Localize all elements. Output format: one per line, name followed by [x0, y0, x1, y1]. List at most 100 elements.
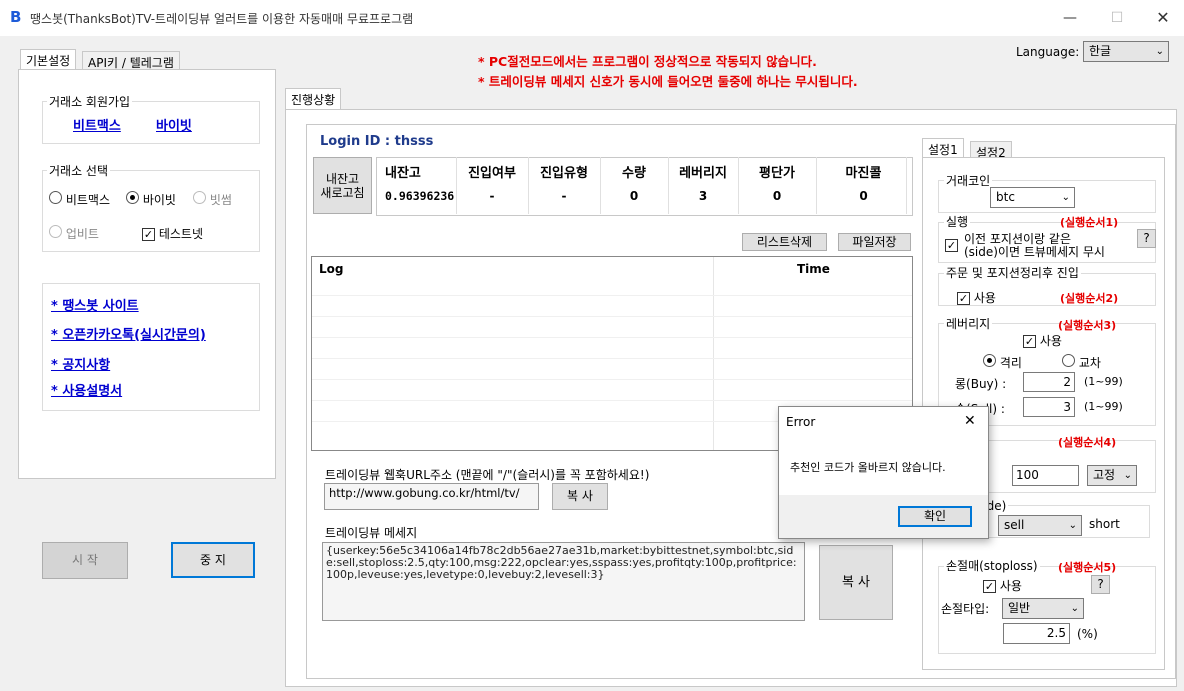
- tab-basic-settings[interactable]: 기본설정: [20, 49, 77, 70]
- radio-selected-icon: [126, 191, 139, 204]
- bybit-signup-link[interactable]: 바이빗: [156, 115, 192, 134]
- long-leverage-input[interactable]: 2: [1023, 372, 1075, 392]
- radio-bitmex[interactable]: 비트맥스: [49, 191, 110, 208]
- entry-type-value: 고정: [1093, 468, 1116, 482]
- chevron-down-icon: ⌄: [1123, 470, 1132, 481]
- radio-cross[interactable]: 교차: [1062, 354, 1101, 371]
- language-select[interactable]: 한글 ⌄: [1083, 41, 1169, 62]
- log-row-line: [312, 358, 912, 359]
- grid-value: 0: [859, 189, 868, 203]
- radio-bybit-label: 바이빗: [142, 193, 176, 207]
- coin-select[interactable]: btc ⌄: [990, 187, 1075, 208]
- chevron-down-icon: ⌄: [1068, 520, 1077, 531]
- login-id: Login ID : thsss: [320, 134, 434, 149]
- stop-button[interactable]: 중 지: [171, 542, 255, 578]
- grid-divider: [738, 157, 739, 214]
- leverage-use-checkbox[interactable]: ✓ 사용: [1023, 332, 1062, 349]
- grid-value: -: [561, 189, 567, 203]
- grid-header: 평단가: [759, 166, 795, 181]
- bitmex-signup-link[interactable]: 비트맥스: [73, 115, 121, 134]
- stoploss-value-input[interactable]: 2.5: [1003, 623, 1070, 644]
- side-value: sell: [1004, 518, 1025, 532]
- tab-settings2[interactable]: 설정2: [970, 141, 1012, 160]
- checkmark-icon: ✓: [1023, 335, 1036, 348]
- grid-value: 0: [772, 189, 782, 203]
- entry-order-label: (실행순서4): [1058, 436, 1117, 449]
- status-grid-cells: 내잔고 진입여부 진입유형 수량 레버리지 평단가 마진콜 0.96396236…: [376, 157, 913, 216]
- webhook-url-field[interactable]: http://www.gobung.co.kr/html/tv/: [324, 483, 539, 510]
- post-entry-use-checkbox[interactable]: ✓ 사용: [957, 289, 996, 306]
- stoploss-unit: (%): [1077, 627, 1098, 641]
- radio-bybit[interactable]: 바이빗: [126, 191, 176, 208]
- dialog-message: 추천인 코드가 올바르지 않습니다.: [790, 461, 946, 474]
- radio-icon: [193, 191, 206, 204]
- testnet-checkbox[interactable]: ✓ 테스트넷: [142, 225, 203, 242]
- stoploss-use-checkbox[interactable]: ✓ 사용: [983, 577, 1022, 594]
- stoploss-order-label: (실행순서5): [1058, 561, 1117, 574]
- coin-label: 거래코인: [944, 172, 993, 189]
- entry-type-select[interactable]: 고정 ⌄: [1087, 465, 1137, 486]
- refresh-line2: 새로고침: [320, 186, 365, 200]
- close-icon[interactable]: ✕: [1153, 8, 1173, 28]
- radio-icon: [49, 191, 62, 204]
- start-button[interactable]: 시 작: [42, 542, 128, 579]
- refresh-balance-button[interactable]: 내잔고 새로고침: [313, 157, 372, 214]
- radio-isolated[interactable]: 격리: [983, 354, 1022, 371]
- message-label: 트레이딩뷰 메세지: [325, 526, 418, 540]
- maximize-icon[interactable]: ☐: [1107, 8, 1127, 28]
- radio-upbit-label: 업비트: [65, 227, 99, 241]
- stoploss-type-label: 손절타입:: [941, 602, 990, 616]
- radio-upbit[interactable]: 업비트: [49, 225, 99, 242]
- post-entry-label: 주문 및 포지션정리후 진입: [944, 264, 1081, 281]
- window-title: 땡스봇(ThanksBot)TV-트레이딩뷰 얼러트를 이용한 자동매매 무료프…: [30, 12, 414, 26]
- coin-value: btc: [996, 190, 1015, 204]
- ignore-same-side-checkbox[interactable]: ✓: [945, 238, 958, 252]
- chevron-down-icon: ⌄: [1070, 603, 1079, 614]
- side-text: short: [1089, 517, 1120, 531]
- execution-help-button[interactable]: ?: [1137, 229, 1156, 248]
- short-leverage-input[interactable]: 3: [1023, 397, 1075, 417]
- grid-header: 수량: [622, 166, 646, 181]
- app-logo-icon: B: [10, 8, 22, 26]
- grid-divider: [600, 157, 601, 214]
- radio-bithumb[interactable]: 빗썸: [193, 191, 232, 208]
- manual-link[interactable]: * 사용설명서: [51, 380, 122, 399]
- copy-message-button[interactable]: 복 사: [819, 545, 893, 620]
- copy-url-button[interactable]: 복 사: [552, 483, 608, 510]
- entry-qty-input[interactable]: 100: [1012, 465, 1079, 486]
- grid-divider: [456, 157, 457, 214]
- execution-order-label: (실행순서1): [1060, 216, 1119, 229]
- refresh-line1: 내잔고: [325, 172, 360, 186]
- grid-divider: [816, 157, 817, 214]
- language-value: 한글: [1089, 44, 1112, 58]
- stoploss-help-button[interactable]: ?: [1091, 575, 1110, 594]
- radio-bithumb-label: 빗썸: [209, 193, 232, 207]
- list-delete-button[interactable]: 리스트삭제: [742, 233, 827, 251]
- checkmark-icon: ✓: [957, 292, 970, 305]
- site-link[interactable]: * 땡스봇 사이트: [51, 295, 139, 314]
- log-row-line: [312, 400, 912, 401]
- tab-progress[interactable]: 진행상황: [285, 88, 342, 110]
- notice-link[interactable]: * 공지사항: [51, 354, 110, 373]
- kakao-link[interactable]: * 오픈카카오톡(실시간문의): [51, 324, 206, 343]
- minimize-icon[interactable]: —: [1060, 8, 1080, 28]
- message-textarea[interactable]: {userkey:56e5c34106a14fb78c2db56ae27ae31…: [322, 542, 805, 621]
- tab-api-telegram[interactable]: API키 / 텔레그램: [82, 51, 180, 70]
- grid-divider: [528, 157, 529, 214]
- file-save-button[interactable]: 파일저장: [838, 233, 911, 251]
- testnet-label: 테스트넷: [158, 227, 203, 241]
- grid-header: 마진콜: [845, 166, 882, 181]
- stoploss-type-select[interactable]: 일반 ⌄: [1002, 598, 1084, 619]
- ignore-same-side-text-line2: (side)이면 트뷰메세지 무시: [964, 245, 1105, 259]
- dialog-ok-button[interactable]: 확인: [898, 506, 972, 527]
- radio-bitmex-label: 비트맥스: [65, 193, 110, 207]
- long-range: (1~99): [1084, 375, 1123, 388]
- exchange-signup-label: 거래소 회원가입: [47, 93, 133, 110]
- grid-value: 3: [698, 189, 708, 203]
- tab-settings1[interactable]: 설정1: [922, 138, 964, 158]
- side-select[interactable]: sell ⌄: [998, 515, 1082, 536]
- grid-divider: [906, 157, 907, 214]
- dialog-close-icon[interactable]: ✕: [964, 413, 976, 429]
- stoploss-use-label: 사용: [999, 579, 1022, 593]
- radio-icon: [49, 225, 62, 238]
